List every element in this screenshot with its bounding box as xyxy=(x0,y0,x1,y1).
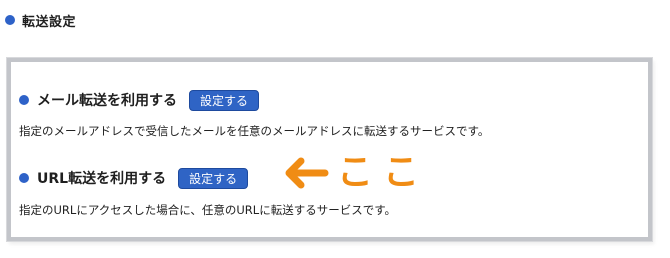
page-header: 転送設定 xyxy=(5,11,77,30)
bullet-icon xyxy=(19,173,29,183)
mail-forward-description: 指定のメールアドレスで受信したメールを任意のメールアドレスに転送するサービスです… xyxy=(19,124,490,138)
annotation: ここ xyxy=(281,148,429,198)
url-forward-title: URL転送を利用する xyxy=(37,171,167,187)
arrow-left-icon xyxy=(285,157,329,189)
mail-forward-title: メール転送を利用する xyxy=(37,93,177,109)
url-forward-row: URL転送を利用する 設定する xyxy=(19,165,249,191)
mail-forward-row: メール転送を利用する 設定する xyxy=(19,87,260,113)
page-title: 転送設定 xyxy=(22,14,77,30)
url-forward-settings-button[interactable]: 設定する xyxy=(178,167,249,189)
annotation-text: ここ xyxy=(337,152,430,193)
bullet-icon xyxy=(19,95,29,105)
mail-forward-settings-button[interactable]: 設定する xyxy=(189,89,260,111)
bullet-icon xyxy=(5,15,15,25)
url-forward-description: 指定のURLにアクセスした場合に、任意のURLに転送するサービスです。 xyxy=(19,203,397,217)
